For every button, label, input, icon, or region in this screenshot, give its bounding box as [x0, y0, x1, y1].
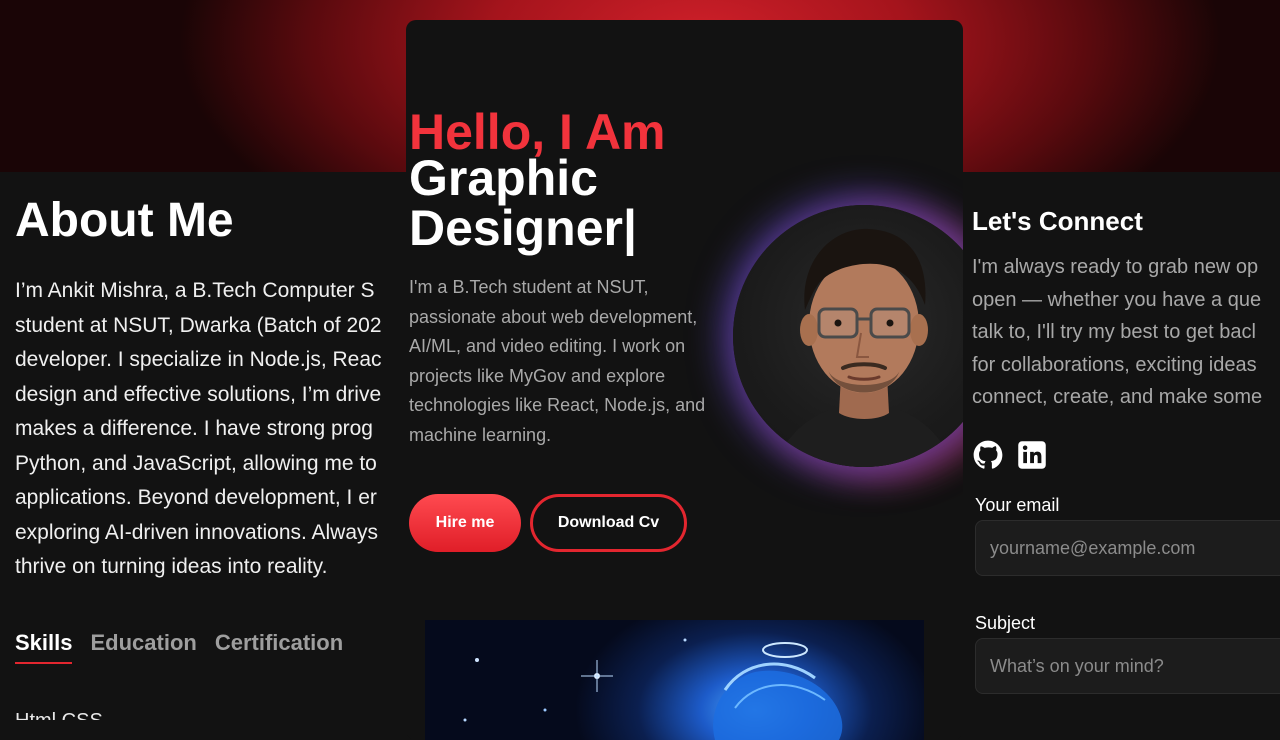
- connect-line: for collaborations, exciting ideas: [972, 353, 1257, 376]
- about-line: exploring AI-driven innovations. Always: [15, 520, 379, 544]
- hero-role-line: Designer|: [409, 200, 637, 256]
- tab-education[interactable]: Education: [90, 630, 196, 656]
- hero-intro-line: I'm a B.Tech student at NSUT,: [409, 277, 649, 297]
- about-line: design and effective solutions, I’m driv…: [15, 382, 382, 406]
- hero-intro-line: machine learning.: [409, 424, 552, 445]
- github-icon[interactable]: [973, 440, 1003, 470]
- about-line: thrive on turning ideas into reality.: [15, 555, 328, 578]
- hero-intro: I'm a B.Tech student at NSUT, passionate…: [409, 273, 739, 451]
- connect-line: open — whether you have a que: [972, 288, 1262, 311]
- connect-line: I'm always ready to grab new op: [972, 256, 1259, 278]
- subject-label: Subject: [975, 613, 1036, 633]
- hero-intro-line: passionate about web development,: [409, 306, 698, 327]
- tab-certification[interactable]: Certification: [215, 630, 343, 656]
- about-section: About Me I’m Ankit Mishra, a B.Tech Comp…: [0, 172, 408, 720]
- about-line: makes a difference. I have strong prog: [15, 417, 373, 440]
- about-line: student at NSUT, Dwarka (Batch of 202: [15, 313, 382, 337]
- featured-artwork-image: [425, 620, 924, 740]
- connect-line: talk to, I'll try my best to get bacl: [972, 321, 1256, 344]
- about-line: applications. Beyond development, I er: [15, 486, 377, 509]
- about-line: I’m Ankit Mishra, a B.Tech Computer S: [15, 279, 375, 302]
- tab-skills[interactable]: Skills: [15, 630, 73, 664]
- social-links: [973, 440, 1047, 470]
- connect-section: Let's Connect I'm always ready to grab n…: [963, 172, 1280, 720]
- hire-me-button[interactable]: Hire me: [409, 494, 521, 552]
- profile-avatar: [733, 205, 963, 467]
- subject-field[interactable]: [975, 638, 1280, 694]
- about-title: About Me: [15, 194, 234, 247]
- download-cv-button[interactable]: Download Cv: [530, 494, 687, 552]
- connect-line: connect, create, and make some: [972, 386, 1263, 409]
- hero-role: Graphic Designer|: [409, 153, 729, 253]
- profile-photo-illustration: [773, 228, 955, 467]
- hero-intro-line: AI/ML, and video editing. I work on: [409, 336, 686, 357]
- about-line: developer. I specialize in Node.js, Reac: [15, 348, 382, 371]
- hero-intro-line: projects like MyGov and explore: [409, 365, 666, 386]
- connect-text: I'm always ready to grab new op open — w…: [972, 251, 1280, 414]
- about-tabs: Skills Education Certification: [15, 630, 343, 664]
- email-label: Your email: [975, 495, 1060, 515]
- hero-intro-line: technologies like React, Node.js, and: [409, 395, 706, 416]
- email-field[interactable]: [975, 520, 1280, 576]
- hero-card: Hello, I Am Graphic Designer| I'm a B.Te…: [406, 20, 963, 740]
- about-line: Python, and JavaScript, allowing me to: [15, 451, 377, 475]
- hero-role-line: Graphic: [409, 150, 598, 206]
- skill-item: Html CSS: [15, 710, 103, 720]
- connect-title: Let's Connect: [972, 206, 1143, 236]
- linkedin-icon[interactable]: [1017, 440, 1047, 470]
- artwork-illustration: [463, 638, 843, 740]
- about-paragraph: I’m Ankit Mishra, a B.Tech Computer S st…: [15, 274, 408, 585]
